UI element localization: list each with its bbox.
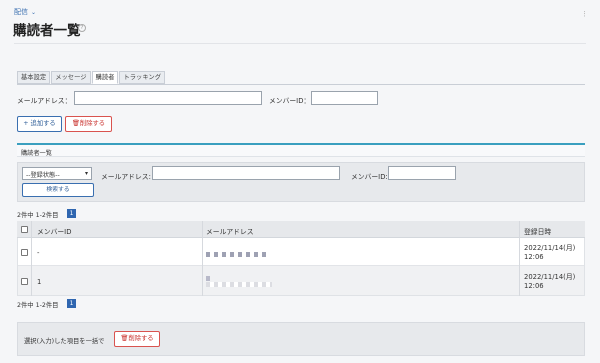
row-date: 2022/11/14(月) [524,244,576,252]
more-options-icon[interactable]: ⁝ [583,10,586,20]
chevron-down-icon: ⌄ [31,9,37,16]
status-select-value: --登録状態-- [26,172,60,179]
search-email-input[interactable] [152,166,340,180]
bulk-delete-label: 削除する [128,335,154,342]
email-input[interactable] [74,91,262,105]
header-email: メールアドレス [206,228,254,236]
breadcrumb-label[interactable]: 配信 [14,8,28,16]
search-member-id-label: メンバーID: [351,173,388,181]
status-select[interactable]: --登録状態-- ▾ [22,167,92,180]
subscriber-list-panel-title: 購読者一覧 [17,143,585,157]
column-divider [519,221,520,296]
page-number-button[interactable]: 1 [67,299,76,308]
row-checkbox[interactable] [21,278,28,285]
breadcrumb[interactable]: 配信 ⌄ [14,7,36,17]
tab-bar: 基本設定 メッセージ 購読者 トラッキング [17,71,166,84]
page-title: 購読者一覧 [13,23,81,39]
member-id-label: メンバーID： [269,97,311,105]
row-member-id: 1 [37,278,42,286]
result-count: 2件中 1-2件目 [17,212,59,219]
trash-icon: 🗑 [71,120,80,127]
delete-button[interactable]: 🗑削除する [65,116,112,132]
tab-subscribers[interactable]: 購読者 [91,71,119,84]
column-divider [202,221,203,296]
search-email-label: メールアドレス: [101,173,151,181]
row-date: 2022/11/14(月) [524,273,576,281]
bulk-delete-button[interactable]: 🗑削除する [114,331,160,347]
email-label: メールアドレス： [17,97,72,105]
row-member-id: - [37,249,40,257]
header-registered: 登録日時 [524,228,552,236]
add-button[interactable]: + 追加する [17,116,62,132]
bulk-action-label: 選択(入力)した項目を一括で [24,338,105,345]
redacted-email [206,282,272,287]
header-member-id: メンバーID [37,228,72,236]
page-number-button[interactable]: 1 [67,209,76,218]
search-button[interactable]: 検索する [22,183,94,197]
row-time: 12:06 [524,282,544,290]
column-divider [31,221,32,296]
tab-tracking[interactable]: トラッキング [119,71,166,84]
delete-button-label: 削除する [79,120,106,127]
header-divider [14,43,586,44]
result-count: 2件中 1-2件目 [17,302,59,309]
chevron-down-icon: ▾ [84,170,88,177]
tab-basic-settings[interactable]: 基本設定 [17,71,51,84]
table-row-shade [18,266,584,295]
row-checkbox[interactable] [21,249,28,256]
redacted-email [206,252,268,257]
row-time: 12:06 [524,253,544,261]
select-all-checkbox[interactable] [21,226,28,233]
tab-message[interactable]: メッセージ [51,71,91,84]
redacted-email [206,276,210,281]
table-header [17,221,585,238]
tab-divider [17,84,585,85]
search-member-id-input[interactable] [388,166,456,180]
member-id-input[interactable] [311,91,378,105]
help-icon[interactable]: ? [78,24,86,32]
